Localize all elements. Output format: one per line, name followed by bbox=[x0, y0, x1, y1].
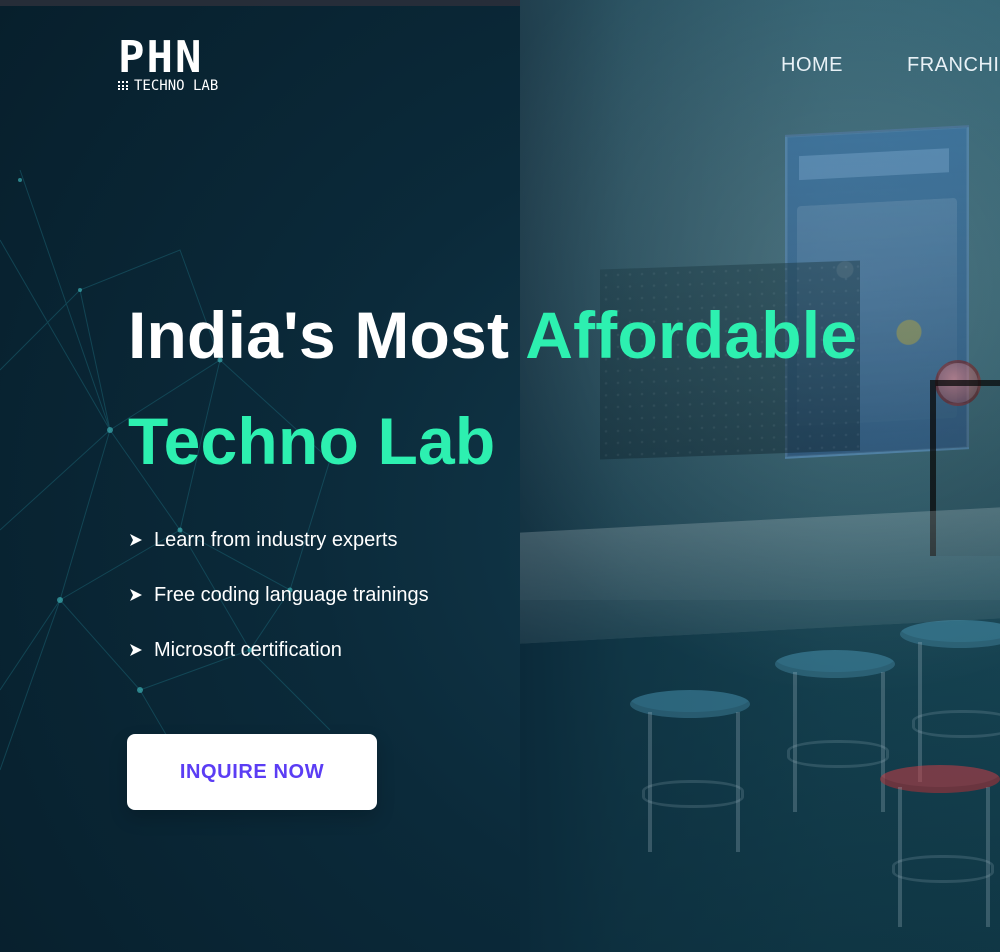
logo-sub-text: TECHNO LAB bbox=[134, 78, 219, 94]
hero-title-line-1-accent: Affordable bbox=[525, 298, 858, 372]
feature-text: Learn from industry experts bbox=[154, 529, 398, 551]
hero-image-stool bbox=[775, 650, 895, 812]
hero-title-line-2-accent: Techno Lab bbox=[128, 404, 496, 478]
nav-link-home[interactable]: HOME bbox=[781, 54, 843, 78]
stool-ring bbox=[912, 710, 1000, 738]
logo[interactable]: PHN TECHNO LAB bbox=[118, 32, 258, 98]
dot bbox=[125, 81, 128, 83]
stool-ring bbox=[892, 855, 994, 883]
feature-text: Microsoft certification bbox=[154, 639, 342, 661]
feature-text: Free coding language trainings bbox=[154, 584, 429, 606]
inquire-now-button[interactable]: INQUIRE NOW bbox=[127, 734, 377, 810]
dot bbox=[121, 81, 124, 83]
hero-title: India's Most Affordable Techno Lab bbox=[128, 282, 888, 494]
hero-image-stool bbox=[630, 690, 750, 852]
hero-image-stool bbox=[880, 765, 1000, 927]
logo-main-text: PHN bbox=[118, 32, 204, 83]
dot-grid-icon bbox=[118, 81, 128, 91]
feature-item: Microsoft certification bbox=[128, 638, 548, 662]
dot bbox=[121, 88, 124, 91]
arrow-right-icon bbox=[130, 589, 142, 601]
arrow-right-icon bbox=[130, 534, 142, 546]
dot bbox=[118, 84, 121, 87]
dot bbox=[125, 84, 128, 87]
dot bbox=[118, 81, 121, 83]
feature-item: Free coding language trainings bbox=[128, 583, 548, 607]
arrow-right-icon bbox=[130, 644, 142, 656]
dot bbox=[121, 84, 124, 87]
stool-ring bbox=[642, 780, 744, 808]
top-nav: HOME FRANCHI bbox=[781, 54, 1000, 78]
nav-link-franchise[interactable]: FRANCHI bbox=[907, 54, 999, 78]
dot bbox=[125, 88, 128, 91]
hero-title-line-1: India's Most Affordable bbox=[128, 282, 888, 388]
feature-list: Learn from industry experts Free coding … bbox=[128, 528, 548, 693]
dot bbox=[118, 88, 121, 91]
stool-ring bbox=[787, 740, 889, 768]
page: PHN TECHNO LAB HOME FRANCHI India's Most… bbox=[0, 0, 1000, 952]
logo-subtitle: TECHNO LAB bbox=[118, 78, 218, 94]
feature-item: Learn from industry experts bbox=[128, 528, 548, 552]
hero-image-stool bbox=[900, 620, 1000, 782]
hero-title-line-1-plain: India's Most bbox=[128, 298, 526, 372]
